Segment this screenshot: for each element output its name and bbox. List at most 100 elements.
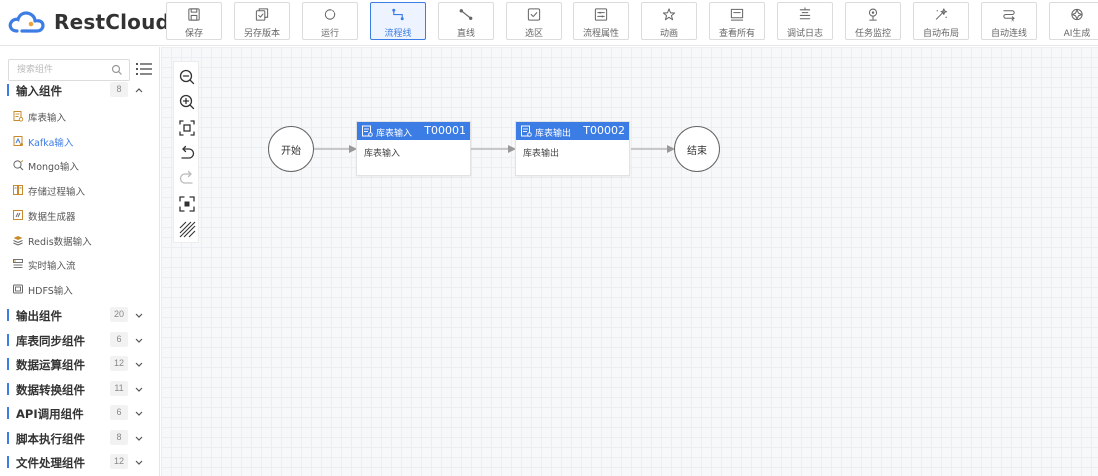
component-item-label: HDFS输入 — [28, 285, 73, 297]
save-icon — [188, 8, 200, 21]
chevron-down-icon[interactable] — [134, 335, 144, 345]
toolbar-button-label: 选区 — [524, 29, 543, 39]
end-node[interactable]: 结束 — [674, 126, 720, 172]
component-group-header[interactable]: API调用组件 6 — [0, 402, 160, 424]
toolbar-button-task-monitor[interactable]: 任务监控 — [845, 2, 901, 40]
toolbar-button-view-all[interactable]: 查看所有 — [709, 2, 765, 40]
chevron-down-icon[interactable] — [134, 310, 144, 320]
component-item-label: 数据生成器 — [28, 211, 76, 223]
component-item[interactable]: 实时输入流 — [0, 254, 160, 274]
group-name: 库表同步组件 — [16, 334, 85, 348]
component-item-label: Kafka输入 — [28, 137, 74, 149]
component-item[interactable]: 库表输入 — [0, 106, 160, 126]
search-input[interactable] — [9, 60, 109, 80]
flow-line-icon — [392, 8, 404, 21]
chevron-up-icon[interactable] — [134, 85, 144, 95]
flow-properties-icon — [594, 8, 608, 21]
node-header: 库表输出 T00002 — [516, 122, 629, 140]
zoom-in-button[interactable] — [178, 93, 196, 111]
group-count-badge: 12 — [110, 356, 128, 371]
component-item[interactable]: Mongo输入 — [0, 155, 160, 175]
toolbar-button-ai-generate[interactable]: AI生成 — [1049, 2, 1098, 40]
component-item-label: Redis数据输入 — [28, 236, 92, 248]
flow-node-2[interactable]: 库表输出 T00002 库表输出 — [515, 121, 630, 176]
toolbar-button-save[interactable]: 保存 — [166, 2, 222, 40]
grid-toggle-icon — [179, 221, 196, 238]
toolbar-button-save-version[interactable]: 另存版本 — [234, 2, 290, 40]
chevron-down-icon[interactable] — [134, 433, 144, 443]
end-label: 结束 — [687, 145, 707, 157]
group-name: API调用组件 — [16, 407, 84, 421]
group-count-badge: 12 — [110, 454, 128, 469]
component-group-header[interactable]: 输出组件 20 — [0, 304, 160, 326]
group-count-badge: 8 — [110, 430, 128, 445]
component-group-header[interactable]: 输入组件 8 — [0, 79, 160, 101]
toolbar-button-label: 另存版本 — [243, 29, 280, 39]
component-item[interactable]: 存储过程输入 — [0, 180, 160, 200]
toolbar-button-animation[interactable]: 动画 — [641, 2, 697, 40]
toolbar-button-label: 运行 — [320, 29, 339, 39]
redo-button[interactable] — [178, 170, 196, 188]
group-count-badge: 11 — [110, 381, 128, 396]
component-item[interactable]: Redis数据输入 — [0, 230, 160, 250]
cloud-logo-icon — [8, 11, 45, 33]
toolbar-button-label: 调试日志 — [786, 29, 823, 39]
toolbar-button-flow-line[interactable]: 流程线 — [370, 2, 426, 40]
zoom-out-button[interactable] — [178, 68, 196, 86]
node-body: 库表输入 — [364, 149, 401, 159]
group-accent-bar — [7, 334, 9, 346]
chevron-down-icon[interactable] — [134, 408, 144, 418]
chevron-down-icon[interactable] — [134, 457, 144, 467]
chevron-down-icon[interactable] — [134, 384, 144, 394]
start-node[interactable]: 开始 — [268, 126, 314, 172]
logo: RestCloud — [8, 8, 170, 36]
selection-icon — [527, 8, 541, 21]
search-icon[interactable] — [111, 64, 123, 76]
toolbar-button-straight-line[interactable]: 直线 — [438, 2, 494, 40]
component-item[interactable]: 数据生成器 — [0, 205, 160, 225]
group-accent-bar — [7, 309, 9, 321]
canvas-tool-palette — [173, 61, 199, 243]
group-accent-bar — [7, 383, 9, 395]
component-item-label: Mongo输入 — [28, 162, 79, 174]
search-box[interactable] — [8, 59, 130, 81]
table-icon — [521, 125, 532, 137]
group-count-badge: 6 — [110, 405, 128, 420]
start-label: 开始 — [281, 145, 301, 157]
component-item[interactable]: Kafka输入 — [0, 131, 160, 151]
toolbar-button-auto-connect[interactable]: A 自动连线 — [981, 2, 1037, 40]
component-group-header[interactable]: 数据转换组件 11 — [0, 378, 160, 400]
kafka-icon — [13, 135, 23, 146]
toolbar-button-label: 流程线 — [384, 29, 412, 39]
fit-view-button[interactable] — [178, 119, 196, 137]
group-name: 数据转换组件 — [16, 383, 85, 397]
list-view-icon[interactable] — [136, 62, 152, 76]
toolbar-button-auto-layout[interactable]: 自动布局 — [913, 2, 969, 40]
chevron-down-icon[interactable] — [134, 359, 144, 369]
component-item[interactable]: HDFS输入 — [0, 279, 160, 299]
component-item-label: 存储过程输入 — [28, 187, 86, 199]
component-group-header[interactable]: 文件处理组件 12 — [0, 451, 160, 473]
toolbar-button-run[interactable]: 运行 — [302, 2, 358, 40]
stored-procedure-icon — [13, 185, 23, 196]
animation-icon — [662, 8, 676, 21]
toolbar-button-label: 任务监控 — [854, 29, 891, 39]
toolbar-button-flow-properties[interactable]: 流程属性 — [573, 2, 629, 40]
fullscreen-button[interactable] — [178, 195, 196, 213]
flow-node-1[interactable]: 库表输入 T00001 库表输入 — [356, 121, 471, 176]
ai-generate-icon — [1071, 8, 1083, 21]
component-group-header[interactable]: 脚本执行组件 8 — [0, 427, 160, 449]
toolbar-button-selection[interactable]: 选区 — [506, 2, 562, 40]
component-group-header[interactable]: 数据运算组件 12 — [0, 353, 160, 375]
group-accent-bar — [7, 358, 9, 370]
undo-button[interactable] — [178, 145, 196, 163]
flow-canvas[interactable] — [161, 47, 1098, 476]
group-name: 文件处理组件 — [16, 456, 85, 470]
node-title: 库表输出 — [535, 129, 572, 139]
toolbar-button-label: 自动连线 — [990, 29, 1027, 39]
node-body: 库表输出 — [523, 149, 560, 159]
toolbar-button-debug-log[interactable]: 调试日志 — [777, 2, 833, 40]
component-group-header[interactable]: 库表同步组件 6 — [0, 329, 160, 351]
component-item-label: 库表输入 — [28, 113, 67, 124]
grid-toggle-button[interactable] — [178, 220, 196, 238]
